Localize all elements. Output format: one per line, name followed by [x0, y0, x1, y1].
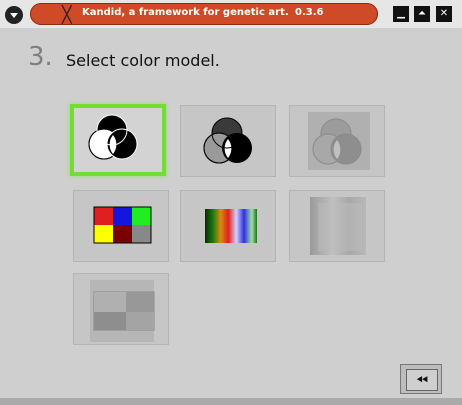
option-gray-blocks[interactable]	[73, 273, 169, 345]
minimize-icon[interactable]: ▁	[393, 6, 409, 22]
x-icon: ╳	[62, 5, 72, 24]
option-faded-venn[interactable]	[289, 105, 385, 177]
venn-gray-icon	[203, 117, 252, 164]
option-black-white-venn[interactable]	[70, 104, 166, 176]
version-label: 0.3.6	[295, 7, 324, 18]
palette-swatch-icon	[93, 206, 152, 244]
chevron-down-icon[interactable]	[5, 6, 23, 24]
option-color-palette[interactable]	[73, 190, 169, 262]
window-title: Kandid, a framework for genetic art.	[82, 7, 289, 18]
title-bar[interactable]: ╳ Kandid, a framework for genetic art. 0…	[0, 0, 462, 28]
rewind-icon: ⏪︎	[406, 369, 438, 391]
option-spectrum[interactable]	[180, 190, 276, 262]
step-title: Select color model.	[66, 51, 220, 70]
spectrum-icon	[205, 209, 257, 243]
step-number: 3.	[28, 42, 53, 72]
maximize-icon[interactable]: ⏶	[414, 6, 430, 22]
wizard-content: 3. Select color model.	[6, 30, 456, 392]
close-icon[interactable]: ✕	[436, 6, 452, 22]
app-window: ╳ Kandid, a framework for genetic art. 0…	[0, 0, 462, 405]
option-gray-gradient[interactable]	[289, 190, 385, 262]
venn-bw-icon	[88, 114, 138, 160]
window-bottom-border	[0, 398, 462, 405]
gray-gradient-icon	[310, 197, 366, 255]
venn-faded-icon	[308, 112, 370, 170]
back-button[interactable]: ⏪︎	[400, 364, 442, 394]
title-pill[interactable]: ╳ Kandid, a framework for genetic art. 0…	[30, 3, 378, 25]
option-gray-venn[interactable]	[180, 105, 276, 177]
gray-blocks-icon	[90, 280, 155, 342]
